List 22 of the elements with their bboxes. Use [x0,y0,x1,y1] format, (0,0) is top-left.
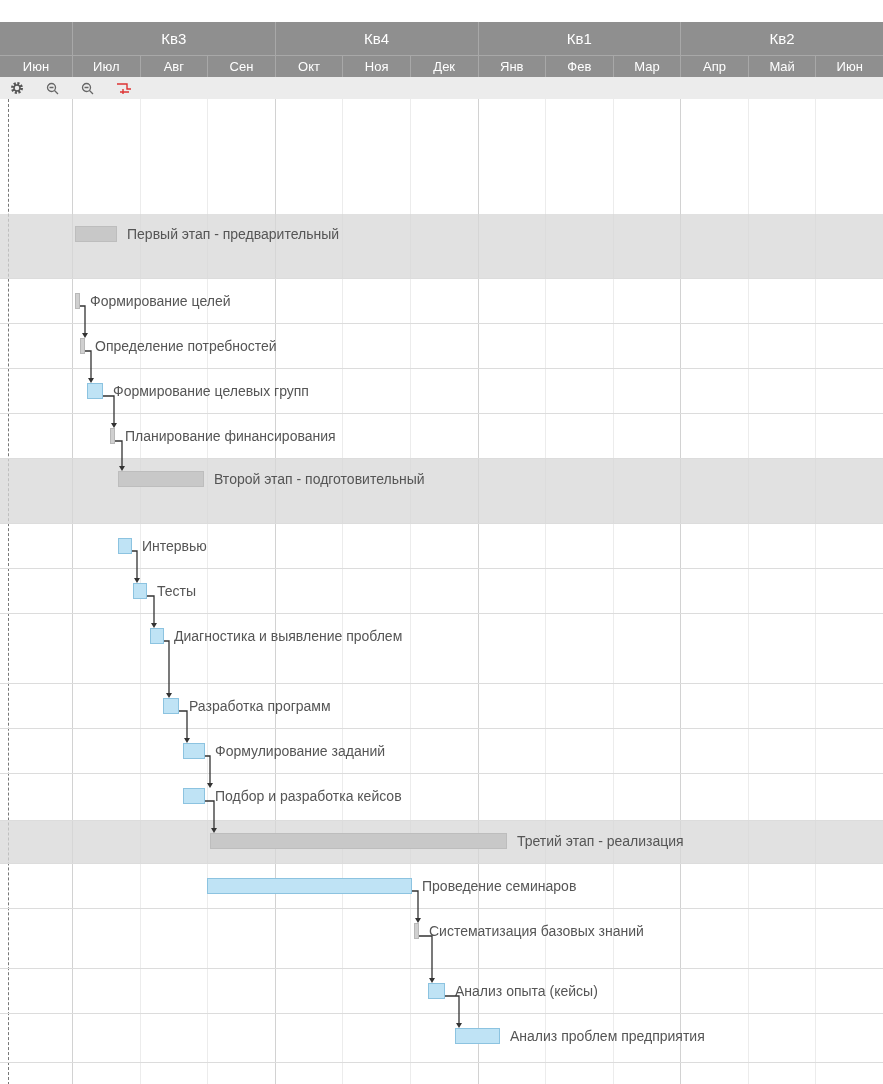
task-label: Тесты [157,583,197,599]
task-label: Интервью [142,538,207,554]
summary-label: Третий этап - реализация [517,833,684,849]
task-label: Проведение семинаров [422,878,577,894]
task-label: Анализ опыта (кейсы) [455,983,598,999]
task-label: Формирование целевых групп [113,383,309,399]
task-label: Диагностика и выявление проблем [174,628,403,644]
task-label: Разработка программ [189,698,331,714]
task-label: Систематизация базовых знаний [429,923,644,939]
quarter-label: Кв2 [680,22,883,55]
quarter-label: Кв4 [274,22,478,55]
task-label: Определение потребностей [95,338,277,354]
task-label: Формулирование заданий [215,743,386,759]
task-label: Подбор и разработка кейсов [215,788,402,804]
task-label: Формирование целей [90,293,231,309]
quarter-label: Кв1 [477,22,681,55]
month-label: Июн [21,58,51,76]
task-label: Анализ проблем предприятия [510,1028,705,1044]
summary-label: Второй этап - подготовительный [214,471,425,487]
task-label: Планирование финансирования [125,428,336,444]
summary-label: Первый этап - предварительный [127,226,340,242]
quarter-label: Кв3 [72,22,275,55]
